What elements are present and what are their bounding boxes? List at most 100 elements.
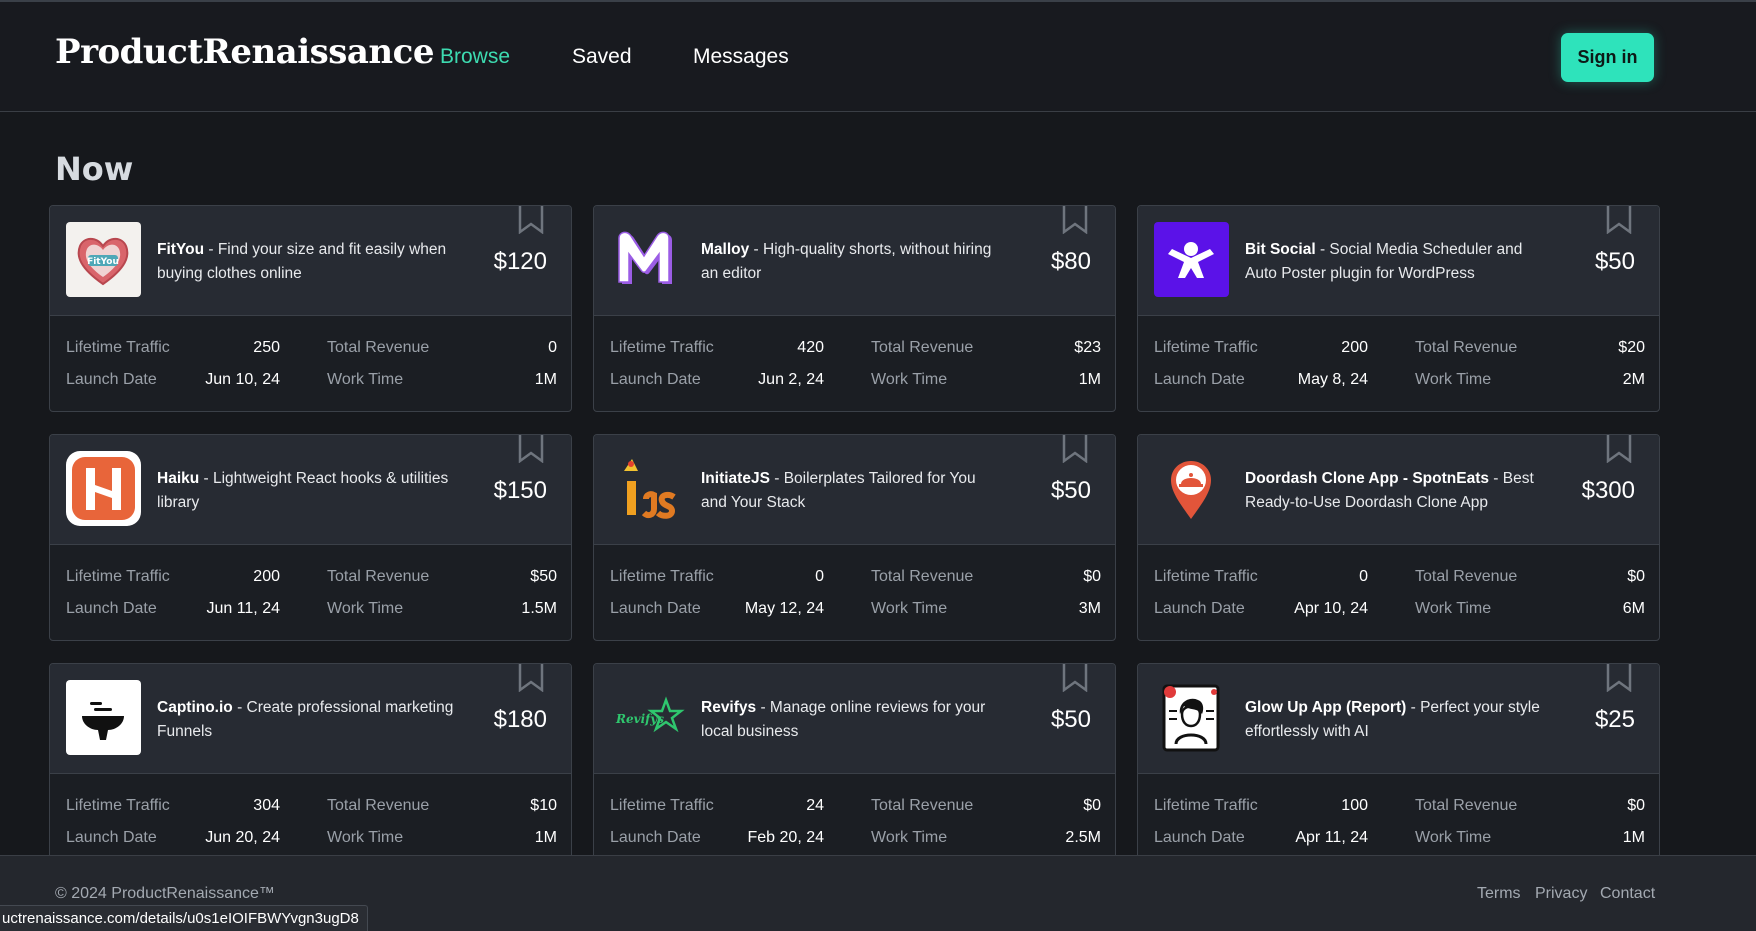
stat-label: Launch Date [1154,600,1245,617]
product-tagline: - Lightweight React hooks & utilities li… [157,470,449,511]
bookmark-icon[interactable] [1605,663,1633,692]
bookmark-icon[interactable] [1061,663,1089,692]
stat-label: Work Time [871,829,948,846]
card-header: Malloy - High-quality shorts, without hi… [594,206,1115,316]
total-revenue-value: $50 [530,568,557,585]
work-time-value: 1.5M [521,600,557,617]
footer-link-privacy[interactable]: Privacy [1535,885,1587,903]
card-header: Bit Social - Social Media Scheduler and … [1138,206,1659,316]
bookmark-icon[interactable] [517,205,545,234]
product-price: $80 [1050,248,1091,275]
launch-date-value: Apr 10, 24 [1294,600,1368,617]
total-revenue-value: $0 [1627,797,1645,814]
product-description: Haiku - Lightweight React hooks & utilit… [157,467,457,515]
stat-label: Total Revenue [1415,339,1518,356]
total-revenue-value: $0 [1083,568,1101,585]
stat-label: Lifetime Traffic [66,568,170,585]
product-price: $50 [1050,477,1091,504]
total-revenue-value: $20 [1618,339,1645,356]
revifys-star-logo-icon: Revifys [610,680,685,755]
stat-label: Launch Date [1154,829,1245,846]
bookmark-icon[interactable] [1605,434,1633,463]
launch-date-value: Feb 20, 24 [747,829,825,846]
nav-messages[interactable]: Messages [693,45,789,69]
product-name[interactable]: Bit Social [1245,241,1316,258]
lifetime-traffic-value: 24 [806,797,824,814]
launch-date-value: May 8, 24 [1297,371,1368,388]
card-header: FitYou FitYou - Find your size and fit e… [50,206,571,316]
bookmark-icon[interactable] [1605,205,1633,234]
product-name[interactable]: Captino.io [157,699,233,716]
launch-date-value: May 12, 24 [744,600,824,617]
section-title: Now [55,150,134,188]
stat-label: Total Revenue [327,339,430,356]
stat-label: Work Time [1415,829,1492,846]
total-revenue-value: $10 [530,797,557,814]
stat-label: Work Time [1415,600,1492,617]
stat-label: Work Time [327,829,404,846]
product-description: InitiateJS - Boilerplates Tailored for Y… [701,467,1001,515]
bookmark-icon[interactable] [1061,205,1089,234]
product-card[interactable]: Captino.io - Create professional marketi… [49,663,572,855]
product-price: $50 [1594,248,1635,275]
glowup-report-logo-icon [1154,680,1229,755]
product-name[interactable]: Revifys [701,699,756,716]
product-grid: FitYou FitYou - Find your size and fit e… [0,200,1756,855]
product-name[interactable]: Haiku [157,470,199,487]
product-card[interactable]: Malloy - High-quality shorts, without hi… [593,205,1116,412]
work-time-value: 1M [534,371,557,388]
site-header: ProductRenaissance Browse Saved Messages… [0,2,1756,112]
product-name[interactable]: FitYou [157,241,204,258]
product-description: Malloy - High-quality shorts, without hi… [701,238,1001,286]
bit-social-logo-icon [1154,222,1229,297]
work-time-value: 2M [1622,371,1645,388]
stat-label: Lifetime Traffic [610,339,714,356]
svg-text:Revifys: Revifys [615,712,664,726]
map-pin-cloche-logo-icon [1154,451,1229,526]
card-header: Glow Up App (Report) - Perfect your styl… [1138,664,1659,774]
stat-label: Lifetime Traffic [610,568,714,585]
stat-label: Total Revenue [871,797,974,814]
stat-label: Total Revenue [327,568,430,585]
stat-label: Launch Date [66,829,157,846]
product-card[interactable]: Glow Up App (Report) - Perfect your styl… [1137,663,1660,855]
work-time-value: 1M [1622,829,1645,846]
product-card[interactable]: FitYou FitYou - Find your size and fit e… [49,205,572,412]
lifetime-traffic-value: 100 [1341,797,1368,814]
bookmark-icon[interactable] [517,663,545,692]
product-card[interactable]: Doordash Clone App - SpotnEats - Best Re… [1137,434,1660,641]
work-time-value: 3M [1078,600,1101,617]
sign-in-button[interactable]: Sign in [1561,33,1654,82]
launch-date-value: Apr 11, 24 [1295,829,1368,846]
stat-label: Lifetime Traffic [66,339,170,356]
total-revenue-value: 0 [548,339,557,356]
footer-link-terms[interactable]: Terms [1477,885,1521,903]
product-name[interactable]: Glow Up App (Report) [1245,699,1406,716]
lifetime-traffic-value: 0 [1359,568,1368,585]
product-price: $120 [493,248,547,275]
stat-label: Launch Date [66,371,157,388]
product-card[interactable]: Revifys Revifys - Manage online reviews … [593,663,1116,855]
nav-browse[interactable]: Browse [440,45,510,69]
lifetime-traffic-value: 304 [253,797,280,814]
product-card[interactable]: InitiateJS - Boilerplates Tailored for Y… [593,434,1116,641]
stat-label: Launch Date [66,600,157,617]
product-price: $50 [1050,706,1091,733]
launch-date-value: Jun 11, 24 [206,600,280,617]
stat-label: Work Time [1415,371,1492,388]
product-name[interactable]: Malloy [701,241,749,258]
product-name[interactable]: InitiateJS [701,470,770,487]
lifetime-traffic-value: 200 [253,568,280,585]
launch-date-value: Jun 10, 24 [205,371,280,388]
product-card[interactable]: Haiku - Lightweight React hooks & utilit… [49,434,572,641]
bookmark-icon[interactable] [517,434,545,463]
product-name[interactable]: Doordash Clone App - SpotnEats [1245,470,1489,487]
product-card[interactable]: Bit Social - Social Media Scheduler and … [1137,205,1660,412]
product-description: Revifys - Manage online reviews for your… [701,696,1001,744]
bookmark-icon[interactable] [1061,434,1089,463]
nav-saved[interactable]: Saved [572,45,632,69]
work-time-value: 1M [534,829,557,846]
footer-link-contact[interactable]: Contact [1600,885,1655,903]
site-logo[interactable]: ProductRenaissance [55,32,434,72]
stat-label: Launch Date [1154,371,1245,388]
